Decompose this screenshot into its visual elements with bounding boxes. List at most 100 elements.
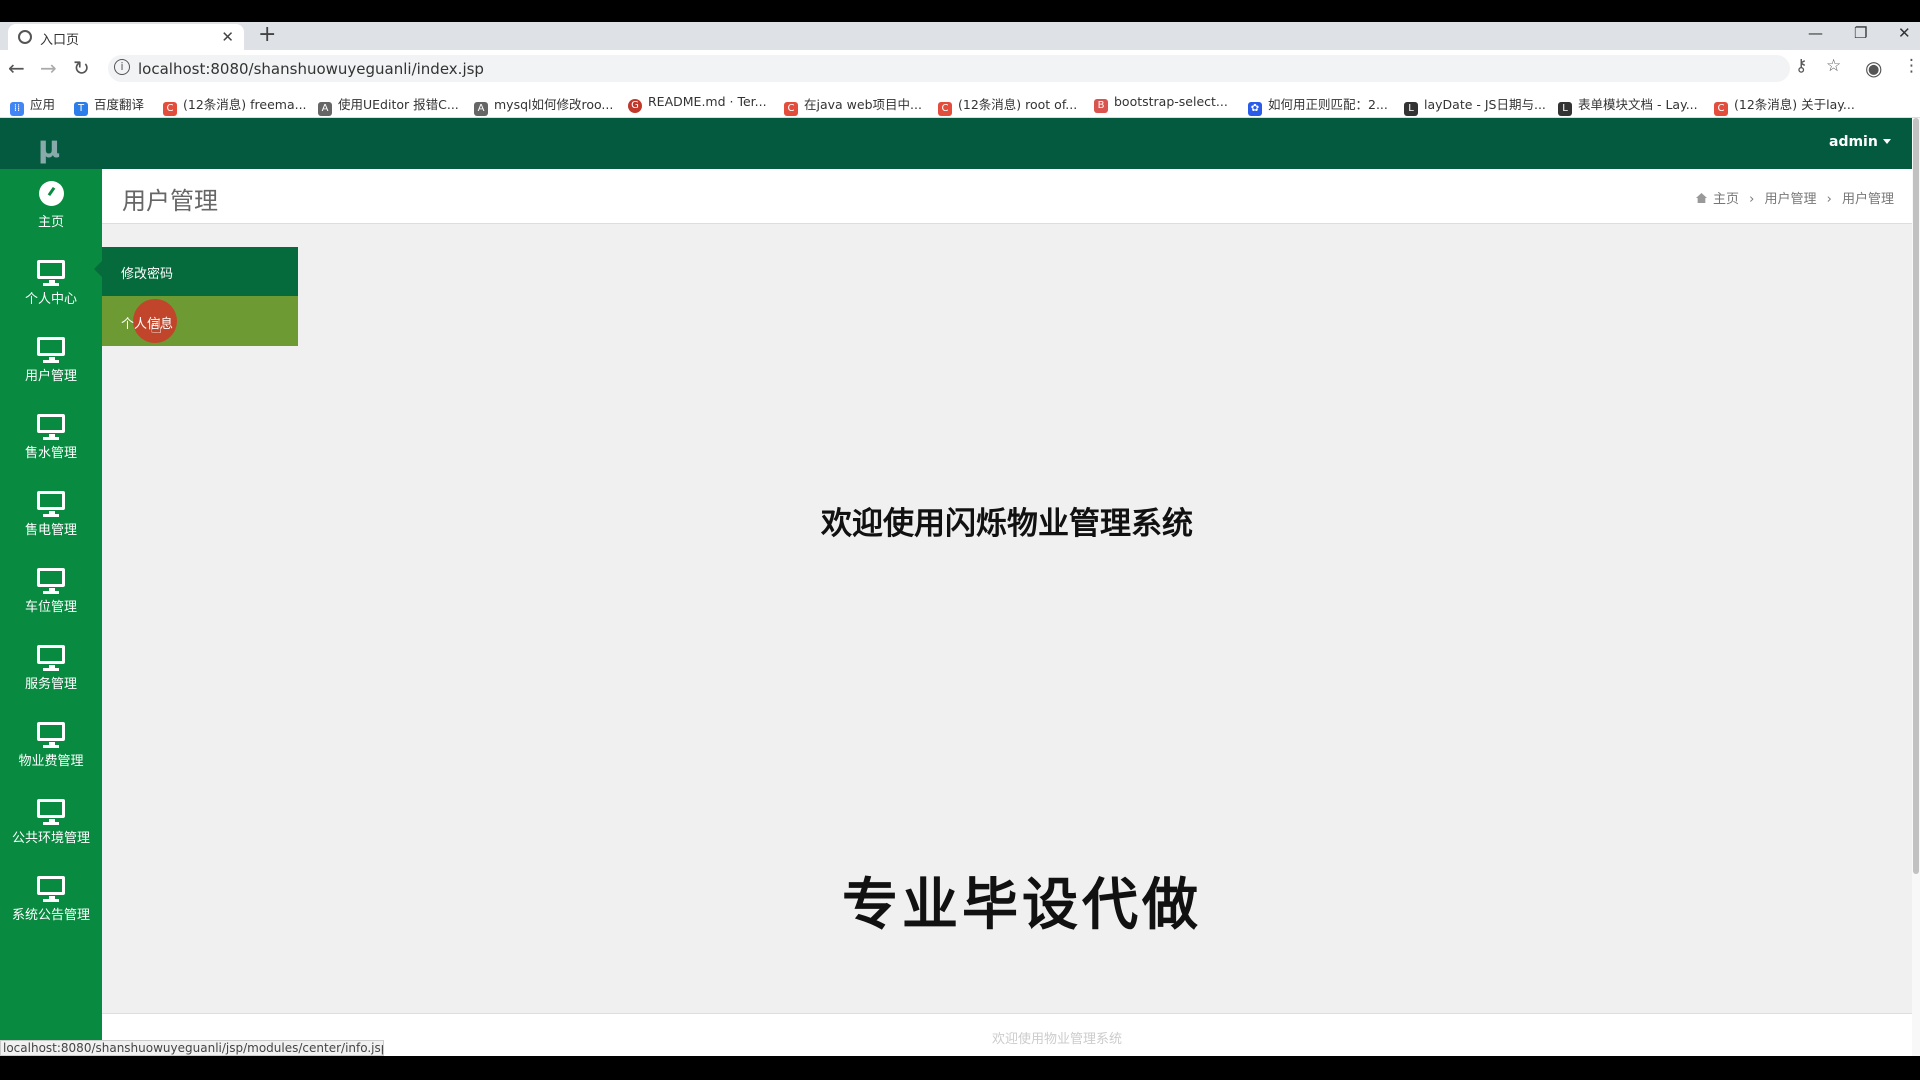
welcome-message: 欢迎使用闪烁物业管理系统 (821, 506, 1193, 542)
user-name: admin (1829, 134, 1878, 150)
bookmark-item[interactable]: C (12条消息) freema... (163, 94, 307, 116)
key-icon[interactable]: ⚷ (1795, 56, 1807, 76)
minimize-icon[interactable]: — (1808, 24, 1823, 42)
bookmark-item[interactable]: LlayDate - JS日期与... (1404, 94, 1546, 116)
submenu-change-password[interactable]: 修改密码 (102, 247, 298, 296)
profile-icon[interactable]: ◉ (1865, 56, 1882, 80)
bookmark-label: (12条消息) root of... (958, 97, 1078, 112)
bookmark-item[interactable]: ✿ 如何用正则匹配：2... (1248, 94, 1388, 116)
layui-icon: L (1558, 102, 1572, 116)
breadcrumb-item[interactable]: 用户管理 (1764, 192, 1816, 207)
breadcrumb-home[interactable]: 主页 (1713, 192, 1739, 207)
bookmark-label: layDate - JS日期与... (1424, 97, 1546, 112)
sidebar-item-label: 公共环境管理 (11, 831, 90, 846)
sidebar-item-personal-center[interactable]: 个人中心 (0, 246, 102, 323)
bookmark-label: 在java web项目中... (804, 97, 922, 112)
star-icon[interactable]: ☆ (1826, 56, 1841, 76)
dashboard-icon (37, 181, 65, 206)
submenu-personal-info[interactable]: 个人信息 ☝ (102, 296, 298, 346)
sidebar-item-water-sales[interactable]: 售水管理 (0, 400, 102, 477)
gitee-icon: G (628, 99, 642, 113)
csdn-icon: C (784, 102, 798, 116)
sidebar-item-user-management[interactable]: 用户管理 (0, 323, 102, 400)
browser-toolbar: ← → ↻ i localhost:8080/shanshuowuyeguanl… (0, 50, 1920, 86)
sidebar-item-home[interactable]: 主页 (0, 169, 102, 246)
bookmark-apps[interactable]: ⁞⁞ 应用 (10, 94, 55, 116)
content-header: 用户管理 主页 › 用户管理 › 用户管理 (102, 169, 1912, 224)
browser-chrome: 入口页 ✕ + — ❐ ✕ ← → ↻ i localhost:8080/sha… (0, 22, 1920, 118)
top-navbar: μ admin (0, 118, 1920, 169)
bookmark-label: 应用 (30, 97, 56, 112)
bookmark-item[interactable]: G README.md · Ter... (628, 94, 767, 113)
caret-down-icon (1882, 139, 1891, 144)
sidebar-item-property-fee[interactable]: 物业费管理 (0, 708, 102, 785)
link-icon: A (318, 102, 332, 116)
bookmark-item[interactable]: C 在java web项目中... (784, 94, 922, 116)
hand-cursor-icon: ☝ (150, 314, 163, 338)
bookmark-label: README.md · Ter... (648, 94, 767, 109)
translate-icon: T (74, 102, 88, 116)
submenu-label: 个人信息 (121, 317, 174, 332)
browser-tab[interactable]: 入口页 ✕ (8, 24, 244, 50)
sidebar-item-public-environment[interactable]: 公共环境管理 (0, 785, 102, 862)
back-icon[interactable]: ← (8, 56, 25, 80)
sidebar-item-label: 物业费管理 (18, 754, 84, 769)
tab-strip: 入口页 ✕ + — ❐ ✕ (0, 22, 1920, 50)
forward-icon[interactable]: → (40, 56, 57, 80)
globe-icon (18, 30, 32, 44)
monitor-icon (37, 414, 65, 440)
restore-icon[interactable]: ❐ (1854, 24, 1867, 42)
close-window-icon[interactable]: ✕ (1898, 24, 1911, 42)
bookmark-item[interactable]: Bbootstrap-select... (1094, 94, 1228, 113)
page-title: 用户管理 (122, 187, 218, 215)
submenu-label: 修改密码 (121, 267, 174, 282)
breadcrumb: 主页 › 用户管理 › 用户管理 (1690, 188, 1894, 207)
reload-icon[interactable]: ↻ (73, 56, 90, 80)
bookmark-label: 使用UEditor 报错C... (338, 97, 459, 112)
csdn-icon: C (938, 102, 952, 116)
bookmark-label: mysql如何修改roo... (494, 97, 614, 112)
sidebar-item-parking[interactable]: 车位管理 (0, 554, 102, 631)
sidebar-item-electricity-sales[interactable]: 售电管理 (0, 477, 102, 554)
app-logo[interactable]: μ (38, 130, 60, 165)
home-icon (1695, 193, 1707, 203)
tab-title: 入口页 (40, 33, 80, 48)
bookmarks-bar: ⁞⁞ 应用 T 百度翻译 C (12条消息) freema... A 使用UEditor… (0, 86, 1920, 118)
bootstrap-icon: B (1094, 99, 1108, 113)
info-icon[interactable]: i (114, 59, 130, 75)
link-icon: A (474, 102, 488, 116)
close-tab-icon[interactable]: ✕ (221, 28, 234, 46)
monitor-icon (37, 645, 65, 671)
user-menu[interactable]: admin (1829, 134, 1891, 150)
bookmark-label: (12条消息) freema... (183, 97, 307, 112)
url-text[interactable]: localhost:8080/shanshuowuyeguanli/index.… (138, 60, 484, 78)
bookmark-item[interactable]: T 百度翻译 (74, 94, 144, 116)
screen-border-bottom (0, 1056, 1920, 1080)
apps-grid-icon: ⁞⁞ (10, 102, 24, 116)
monitor-icon (37, 568, 65, 594)
sidebar-item-services[interactable]: 服务管理 (0, 631, 102, 708)
sidebar-item-label: 售水管理 (24, 446, 77, 461)
bookmark-item[interactable]: A 使用UEditor 报错C... (318, 94, 459, 116)
bookmark-item[interactable]: Amysql如何修改roo... (474, 94, 613, 116)
personal-center-submenu: 修改密码 个人信息 ☝ (94, 247, 298, 346)
footer-text: 欢迎使用物业管理系统 (992, 1032, 1123, 1047)
sidebar-item-label: 用户管理 (24, 369, 77, 384)
chevron-right-icon: › (1749, 192, 1755, 207)
bookmark-label: (12条消息) 关于lay... (1734, 97, 1855, 112)
screen-border-top (0, 0, 1920, 22)
breadcrumb-current: 用户管理 (1841, 192, 1894, 207)
submenu-pointer (94, 261, 102, 277)
csdn-icon: C (163, 102, 177, 116)
bookmark-item[interactable]: L 表单模块文档 - Lay... (1558, 94, 1698, 116)
address-bar[interactable]: i localhost:8080/shanshuowuyeguanli/inde… (108, 55, 1790, 82)
bookmark-item[interactable]: C (12条消息) root of... (938, 94, 1077, 116)
bookmark-label: bootstrap-select... (1114, 94, 1228, 109)
menu-icon[interactable]: ⋮ (1903, 56, 1920, 76)
bookmark-item[interactable]: C (12条消息) 关于lay... (1714, 94, 1855, 116)
bookmark-label: 如何用正则匹配：2... (1268, 97, 1388, 112)
new-tab-button[interactable]: + (258, 22, 276, 47)
monitor-icon (37, 337, 65, 363)
sidebar-item-label: 个人中心 (24, 292, 77, 307)
scrollbar-thumb[interactable] (1913, 118, 1919, 874)
